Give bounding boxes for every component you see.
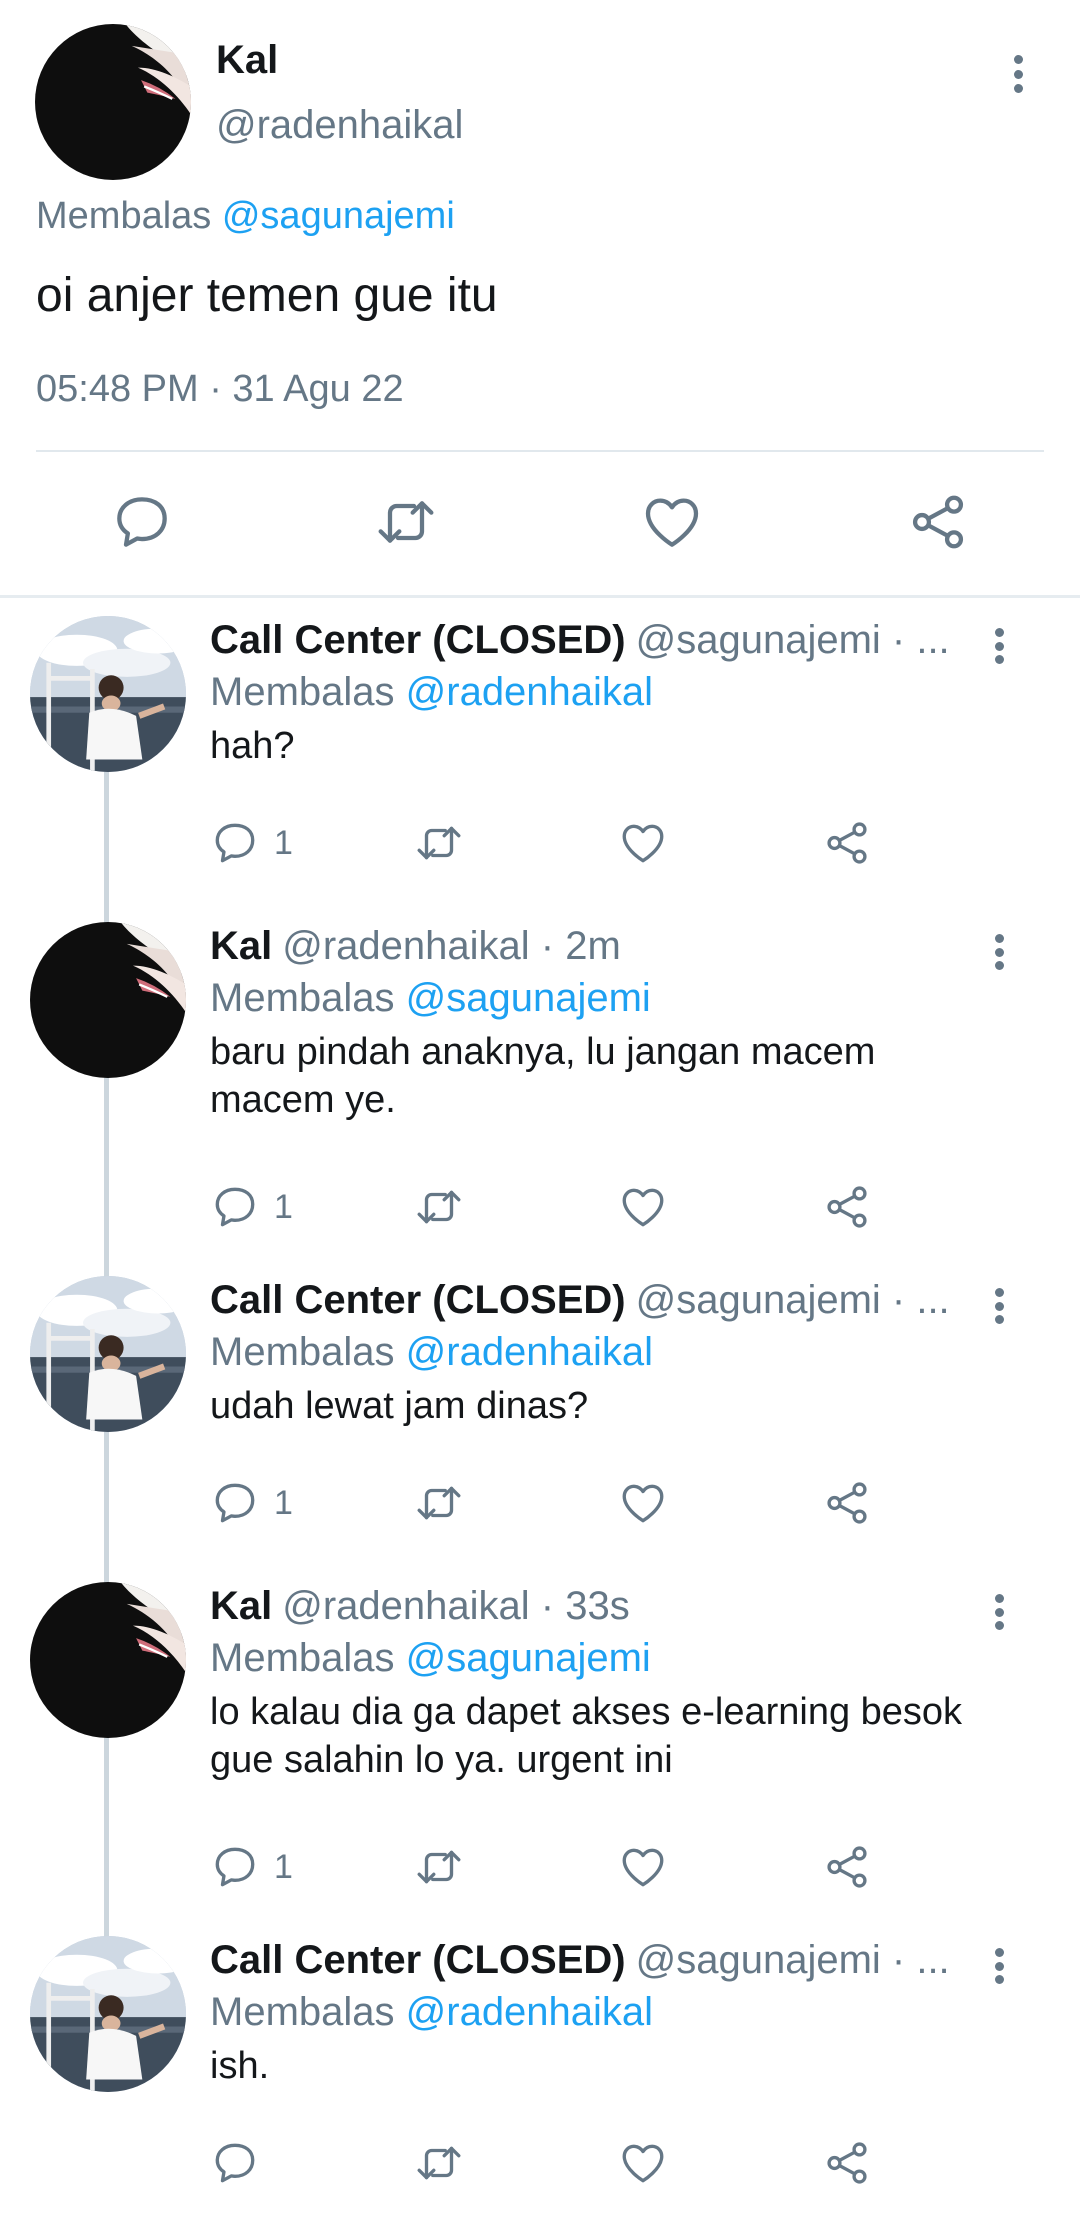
avatar[interactable] (30, 1276, 186, 1432)
retweet-icon[interactable] (414, 1478, 464, 1528)
user-handle-meta[interactable]: @sagunajemi · ... (636, 618, 950, 662)
replying-to-label: Membalas (210, 1990, 395, 2034)
display-name[interactable]: Kal (210, 1584, 272, 1628)
more-options-icon[interactable] (984, 624, 1014, 668)
reply-tweet[interactable]: Call Center (CLOSED) @sagunajemi · ... Me… (0, 600, 1080, 900)
replying-to: Membalas @sagunajemi (210, 976, 651, 1021)
share-icon[interactable] (822, 2138, 872, 2188)
reply-count: 1 (274, 824, 293, 862)
reply-actions: 1 (0, 1182, 1080, 1238)
replying-to: Membalas @radenhaikal (210, 1330, 653, 1375)
like-icon[interactable] (618, 2138, 668, 2188)
reply-tweet[interactable]: Kal @radenhaikal · 33s Membalas @sagunaje… (0, 1566, 1080, 1888)
mention-link[interactable]: @sagunajemi (222, 195, 455, 237)
reply-icon[interactable] (210, 1182, 260, 1232)
reply-tweet[interactable]: Kal @radenhaikal · 2m Membalas @sagunajem… (0, 906, 1080, 1228)
main-tweet: Kal @radenhaikal Membalas @sagunajemi oi… (0, 0, 1080, 598)
reply-icon[interactable] (210, 1478, 260, 1528)
more-options-icon[interactable] (984, 930, 1014, 974)
retweet-icon[interactable] (414, 818, 464, 868)
mention-link[interactable]: @sagunajemi (406, 976, 651, 1020)
retweet-icon[interactable] (414, 1842, 464, 1892)
user-handle[interactable]: @radenhaikal (216, 103, 463, 148)
replying-to: Membalas @sagunajemi (210, 1636, 651, 1681)
user-handle-meta[interactable]: @radenhaikal · 2m (282, 924, 621, 968)
reply-icon[interactable] (210, 2138, 260, 2188)
reply-text: udah lewat jam dinas? (210, 1385, 589, 1427)
display-name[interactable]: Call Center (CLOSED) (210, 1938, 626, 1982)
reply-text: lo kalau dia ga dapet akses e-learning b… (210, 1691, 963, 1781)
like-icon[interactable] (618, 1842, 668, 1892)
reply-header: Kal @radenhaikal · 2m (210, 924, 950, 969)
display-name[interactable]: Kal (210, 924, 272, 968)
tweet-actions (0, 490, 1080, 560)
reply-text: ish. (210, 2045, 270, 2087)
share-icon[interactable] (906, 490, 970, 554)
like-icon[interactable] (618, 1182, 668, 1232)
share-icon[interactable] (822, 1842, 872, 1892)
avatar[interactable] (30, 1936, 186, 2092)
replying-to: Membalas @radenhaikal (210, 1990, 653, 2035)
display-name[interactable]: Call Center (CLOSED) (210, 1278, 626, 1322)
reply-header: Kal @radenhaikal · 33s (210, 1584, 950, 1629)
reply-count: 1 (274, 1484, 293, 1522)
avatar[interactable] (30, 922, 186, 1078)
reply-header: Call Center (CLOSED) @sagunajemi · ... (210, 1278, 950, 1323)
like-icon[interactable] (618, 818, 668, 868)
replying-to: Membalas @sagunajemi (36, 195, 455, 238)
reply-tweet[interactable]: Call Center (CLOSED) @sagunajemi · ... Me… (0, 1920, 1080, 2217)
replying-to-label: Membalas (210, 670, 395, 714)
display-name[interactable]: Call Center (CLOSED) (210, 618, 626, 662)
share-icon[interactable] (822, 1182, 872, 1232)
more-options-icon[interactable] (984, 1944, 1014, 1988)
replying-to-label: Membalas (210, 976, 395, 1020)
more-options-icon[interactable] (1003, 51, 1033, 97)
mention-link[interactable]: @radenhaikal (406, 1990, 653, 2034)
reply-header: Call Center (CLOSED) @sagunajemi · ... (210, 618, 950, 663)
retweet-icon[interactable] (374, 490, 438, 554)
divider (36, 450, 1044, 452)
avatar[interactable] (30, 616, 186, 772)
replying-to-label: Membalas (210, 1330, 395, 1374)
reply-icon[interactable] (210, 818, 260, 868)
tweet-text: oi anjer temen gue itu (36, 269, 498, 322)
reply-tweet[interactable]: Call Center (CLOSED) @sagunajemi · ... Me… (0, 1260, 1080, 1560)
user-handle-meta[interactable]: @sagunajemi · ... (636, 1938, 950, 1982)
reply-icon[interactable] (110, 490, 174, 554)
user-handle-meta[interactable]: @radenhaikal · 33s (282, 1584, 629, 1628)
divider (0, 595, 1080, 598)
dark-profile-avatar-icon (35, 24, 191, 180)
replying-to-label: Membalas (210, 1636, 395, 1680)
reply-count: 1 (274, 1848, 293, 1886)
avatar[interactable] (35, 24, 191, 180)
reply-actions (0, 2138, 1080, 2194)
reply-count: 1 (274, 1188, 293, 1226)
reply-actions: 1 (0, 818, 1080, 874)
more-options-icon[interactable] (984, 1590, 1014, 1634)
reply-icon[interactable] (210, 1842, 260, 1892)
retweet-icon[interactable] (414, 2138, 464, 2188)
avatar[interactable] (30, 1582, 186, 1738)
share-icon[interactable] (822, 1478, 872, 1528)
replying-to: Membalas @radenhaikal (210, 670, 653, 715)
reply-header: Call Center (CLOSED) @sagunajemi · ... (210, 1938, 950, 1983)
like-icon[interactable] (640, 490, 704, 554)
reply-actions: 1 (0, 1842, 1080, 1898)
replying-to-label: Membalas (36, 195, 212, 237)
more-options-icon[interactable] (984, 1284, 1014, 1328)
user-handle-meta[interactable]: @sagunajemi · ... (636, 1278, 950, 1322)
share-icon[interactable] (822, 818, 872, 868)
mention-link[interactable]: @sagunajemi (406, 1636, 651, 1680)
like-icon[interactable] (618, 1478, 668, 1528)
reply-actions: 1 (0, 1478, 1080, 1534)
reply-text: baru pindah anaknya, lu jangan macem mac… (210, 1031, 876, 1121)
tweet-detail-page: Kal @radenhaikal Membalas @sagunajemi oi… (0, 0, 1080, 2217)
display-name[interactable]: Kal (216, 38, 278, 83)
mention-link[interactable]: @radenhaikal (406, 670, 653, 714)
reply-text: hah? (210, 725, 295, 767)
tweet-timestamp: 05:48 PM · 31 Agu 22 (36, 368, 404, 410)
retweet-icon[interactable] (414, 1182, 464, 1232)
mention-link[interactable]: @radenhaikal (406, 1330, 653, 1374)
